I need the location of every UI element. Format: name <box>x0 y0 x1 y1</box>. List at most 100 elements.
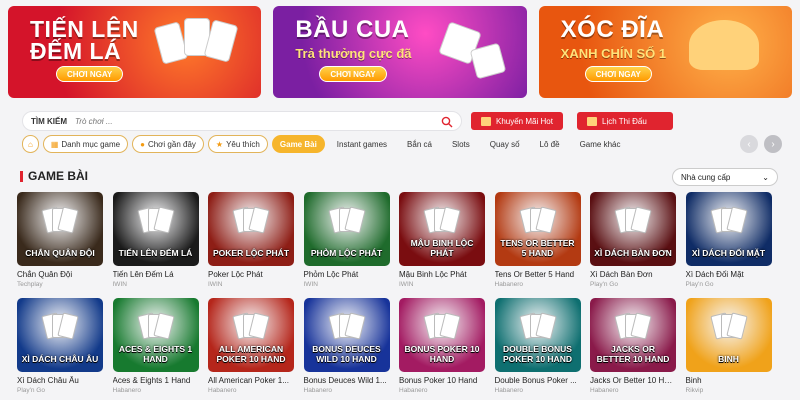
game-thumb-label: ACES & EIGHTS 1 HAND <box>118 344 193 364</box>
game-thumb-label: POKER LỘC PHÁT <box>212 248 290 258</box>
page-title: GAME BÀI <box>28 169 88 183</box>
game-thumbnail[interactable]: XÌ DÁCH BÀN ĐƠN <box>590 192 676 266</box>
game-provider: Techplay <box>17 281 43 288</box>
banner-xoc-dia[interactable]: XÓC ĐĨA XANH CHÍN SỐ 1 CHƠI NGAY <box>538 6 792 98</box>
game-thumb-label: ALL AMERICAN POKER 10 HAND <box>216 344 286 364</box>
cards-icon <box>518 204 558 236</box>
banner-bau-cua[interactable]: BẦU CUA Trả thưởng cực đã CHƠI NGAY <box>273 6 527 98</box>
game-card[interactable]: JACKS OR BETTER 10 HAND Jacks Or Better 1… <box>590 298 676 400</box>
game-name[interactable]: Jacks Or Better 10 Hand <box>590 376 676 385</box>
game-thumbnail[interactable]: POKER LỘC PHÁT <box>208 192 294 266</box>
search-icon[interactable] <box>441 115 453 128</box>
cards-icon <box>40 310 80 342</box>
game-name[interactable]: Xì Dách Đối Mặt <box>686 270 772 279</box>
game-thumbnail[interactable]: TIẾN LÊN ĐẾM LÁ <box>112 192 199 266</box>
tab-ban-ca[interactable]: Bắn cá <box>399 135 440 153</box>
game-provider: IWIN <box>303 281 318 288</box>
game-card[interactable]: XÌ DÁCH ĐỐI MẶT Xì Dách Đối Mặt Play'n Go <box>685 192 772 298</box>
game-thumbnail[interactable]: MẬU BINH LỘC PHÁT <box>399 192 485 266</box>
game-card[interactable]: BONUS DEUCES WILD 10 HAND Bonus Deuces Wi… <box>303 298 390 400</box>
chevron-right-icon[interactable]: › <box>764 135 782 153</box>
game-thumbnail[interactable]: BINH <box>685 298 772 372</box>
game-thumbnail[interactable]: DOUBLE BONUS POKER 10 HAND <box>494 298 581 372</box>
game-name[interactable]: Bonus Deuces Wild 1... <box>304 376 390 385</box>
game-thumbnail[interactable]: JACKS OR BETTER 10 HAND <box>590 298 676 372</box>
game-thumbnail[interactable]: XÌ DÁCH ĐỐI MẶT <box>685 192 772 266</box>
game-name[interactable]: Aces & Eights 1 Hand <box>113 376 199 385</box>
hot-promo-button[interactable]: Khuyến Mãi Hot <box>471 112 563 130</box>
game-provider: Habanero <box>494 387 524 394</box>
game-card[interactable]: BINH Binh Rikvip <box>685 298 772 400</box>
play-now-button[interactable]: CHƠI NGAY <box>56 66 124 82</box>
game-thumbnail[interactable]: BONUS POKER 10 HAND <box>399 298 485 372</box>
schedule-button[interactable]: Lịch Thi Đấu <box>577 112 673 130</box>
game-thumbnail[interactable]: ACES & EIGHTS 1 HAND <box>112 298 199 372</box>
game-card[interactable]: CHẮN QUÂN ĐỘI Chắn Quân Đội Techplay <box>17 192 103 298</box>
game-thumb-label: BONUS DEUCES WILD 10 HAND <box>312 344 381 364</box>
tab-quay-so[interactable]: Quay số <box>482 135 528 153</box>
search-input[interactable] <box>75 116 441 126</box>
tab-instant-games[interactable]: Instant games <box>329 135 395 153</box>
game-name[interactable]: All American Poker 1... <box>208 376 294 385</box>
provider-select-label: Nhà cung cấp <box>681 172 731 182</box>
banner-subtitle: Trả thưởng cực đã <box>295 46 412 61</box>
game-thumbnail[interactable]: BONUS DEUCES WILD 10 HAND <box>303 298 390 372</box>
game-thumbnail[interactable]: CHẮN QUÂN ĐỘI <box>17 192 103 266</box>
play-now-button[interactable]: CHƠI NGAY <box>319 66 387 82</box>
game-name[interactable]: Mậu Binh Lộc Phát <box>399 270 485 279</box>
tab-favorites[interactable]: ★ Yêu thích <box>207 135 268 153</box>
search-label: TÌM KIẾM <box>31 116 67 126</box>
game-name[interactable]: Double Bonus Poker ... <box>495 376 581 385</box>
banner-tien-len[interactable]: TIẾN LÊN ĐẾM LÁ CHƠI NGAY <box>8 6 262 98</box>
game-card[interactable]: DOUBLE BONUS POKER 10 HAND Double Bonus P… <box>494 298 581 400</box>
game-name[interactable]: Tens Or Better 5 Hand <box>495 270 581 279</box>
game-thumb-label: BONUS POKER 10 HAND <box>404 344 480 364</box>
gift-icon <box>481 116 491 126</box>
tab-game-category[interactable]: ▦ Danh mục game <box>42 135 129 153</box>
game-card[interactable]: MẬU BINH LỘC PHÁT Mậu Binh Lộc Phát IWIN <box>399 192 485 298</box>
game-card[interactable]: POKER LỘC PHÁT Poker Lộc Phát IWIN <box>208 192 294 298</box>
game-name[interactable]: Tiến Lên Đếm Lá <box>113 270 199 279</box>
banner-subtitle: XANH CHÍN SỐ 1 <box>560 46 667 61</box>
game-card[interactable]: XÌ DÁCH BÀN ĐƠN Xì Dách Bàn Đơn Play'n Go <box>590 192 676 298</box>
cards-icon <box>518 310 558 342</box>
game-thumbnail[interactable]: ALL AMERICAN POKER 10 HAND <box>208 298 294 372</box>
game-thumbnail[interactable]: XÌ DÁCH CHÂU ÂU <box>17 298 103 372</box>
chevron-down-icon: ⌄ <box>762 172 769 182</box>
game-name[interactable]: Chắn Quân Đội <box>17 270 103 279</box>
game-card[interactable]: XÌ DÁCH CHÂU ÂU Xì Dách Châu Âu Play'n Go <box>17 298 103 400</box>
tab-slots[interactable]: Slots <box>444 135 478 153</box>
section-header: GAME BÀI <box>20 169 88 183</box>
cards-icon <box>40 204 80 236</box>
game-thumb-label: XÌ DÁCH BÀN ĐƠN <box>594 248 672 258</box>
game-card[interactable]: ACES & EIGHTS 1 HAND Aces & Eights 1 Hand… <box>112 298 199 400</box>
game-name[interactable]: Xì Dách Châu Âu <box>17 376 103 385</box>
game-card[interactable]: TENS OR BETTER 5 HAND Tens Or Better 5 Ha… <box>494 192 581 298</box>
game-provider: Habanero <box>303 387 333 394</box>
tab-game-bai[interactable]: Game Bài <box>271 135 325 153</box>
game-thumbnail[interactable]: PHỎM LỘC PHÁT <box>303 192 390 266</box>
tab-lo-de[interactable]: Lô đề <box>532 135 568 153</box>
game-name[interactable]: Binh <box>686 376 772 385</box>
game-provider: Play'n Go <box>685 281 714 288</box>
game-card[interactable]: TIẾN LÊN ĐẾM LÁ Tiến Lên Đếm Lá IWIN <box>112 192 199 298</box>
dice-decoration <box>469 42 507 80</box>
game-name[interactable]: Xì Dách Bàn Đơn <box>590 270 676 279</box>
tab-recent[interactable]: ● Chơi gần đây <box>132 135 204 153</box>
banner-title: TIẾN LÊN ĐẾM LÁ <box>30 16 139 64</box>
game-card[interactable]: ALL AMERICAN POKER 10 HAND All American P… <box>208 298 294 400</box>
play-now-button[interactable]: CHƠI NGAY <box>584 66 652 82</box>
promo-banners: TIẾN LÊN ĐẾM LÁ CHƠI NGAY BẦU CUA Trả thư… <box>8 6 792 98</box>
chevron-left-icon[interactable]: ‹ <box>740 135 758 153</box>
provider-select[interactable]: Nhà cung cấp ⌄ <box>672 168 778 186</box>
game-card[interactable]: PHỎM LỘC PHÁT Phỏm Lộc Phát IWIN <box>303 192 390 298</box>
game-card[interactable]: BONUS POKER 10 HAND Bonus Poker 10 Hand Ha… <box>399 298 485 400</box>
home-tab[interactable]: ⌂ <box>22 135 39 153</box>
game-name[interactable]: Phỏm Lộc Phát <box>304 270 390 279</box>
search-bar: TÌM KIẾM <box>22 111 462 131</box>
game-name[interactable]: Poker Lộc Phát <box>208 270 294 279</box>
tab-game-khac[interactable]: Game khác <box>572 135 629 153</box>
category-tabs: ⌂ ▦ Danh mục game ● Chơi gần đây ★ Yêu thíc… <box>22 135 628 153</box>
game-thumbnail[interactable]: TENS OR BETTER 5 HAND <box>494 192 581 266</box>
game-name[interactable]: Bonus Poker 10 Hand <box>399 376 485 385</box>
